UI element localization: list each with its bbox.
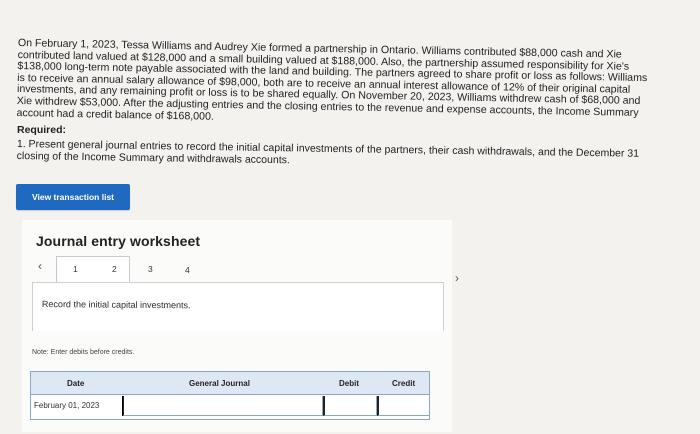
credit-header: Credit	[392, 379, 416, 388]
journal-table: Date General Journal Debit Credit Februa…	[30, 371, 430, 431]
general-journal-input[interactable]	[122, 396, 323, 416]
debit-header: Debit	[339, 379, 359, 388]
chevron-right-icon[interactable]: ›	[455, 271, 459, 285]
table-divider	[30, 419, 430, 420]
view-transaction-list-button[interactable]: View transaction list	[16, 184, 130, 210]
problem-statement: On February 1, 2023, Tessa Williams and …	[16, 37, 648, 123]
required-title: Required:	[17, 124, 67, 136]
table-row: February 01, 2023	[30, 395, 430, 419]
credit-input[interactable]	[377, 396, 430, 416]
tab-4[interactable]: 4	[185, 265, 190, 275]
instruction-panel: Record the initial capital investments.	[32, 282, 444, 331]
worksheet-title: Journal entry worksheet	[36, 233, 201, 249]
required-instructions: 1. Present general journal entries to re…	[16, 138, 640, 166]
date-header: Date	[67, 379, 85, 388]
tab-3[interactable]: 3	[148, 264, 153, 274]
text-cursor	[122, 396, 123, 416]
debit-input[interactable]	[323, 396, 377, 416]
tab-2[interactable]: 2	[112, 264, 117, 274]
instruction-text: Record the initial capital investments.	[41, 299, 191, 311]
table-header: Date General Journal Debit Credit	[30, 371, 430, 395]
chevron-left-icon[interactable]: ‹	[38, 259, 42, 273]
general-journal-header: General Journal	[189, 379, 250, 388]
entry-note: Note: Enter debits before credits.	[32, 349, 135, 356]
tab-label: 1	[73, 264, 78, 274]
tab-1[interactable]: 1	[56, 256, 130, 283]
date-cell[interactable]: February 01, 2023	[34, 401, 99, 410]
